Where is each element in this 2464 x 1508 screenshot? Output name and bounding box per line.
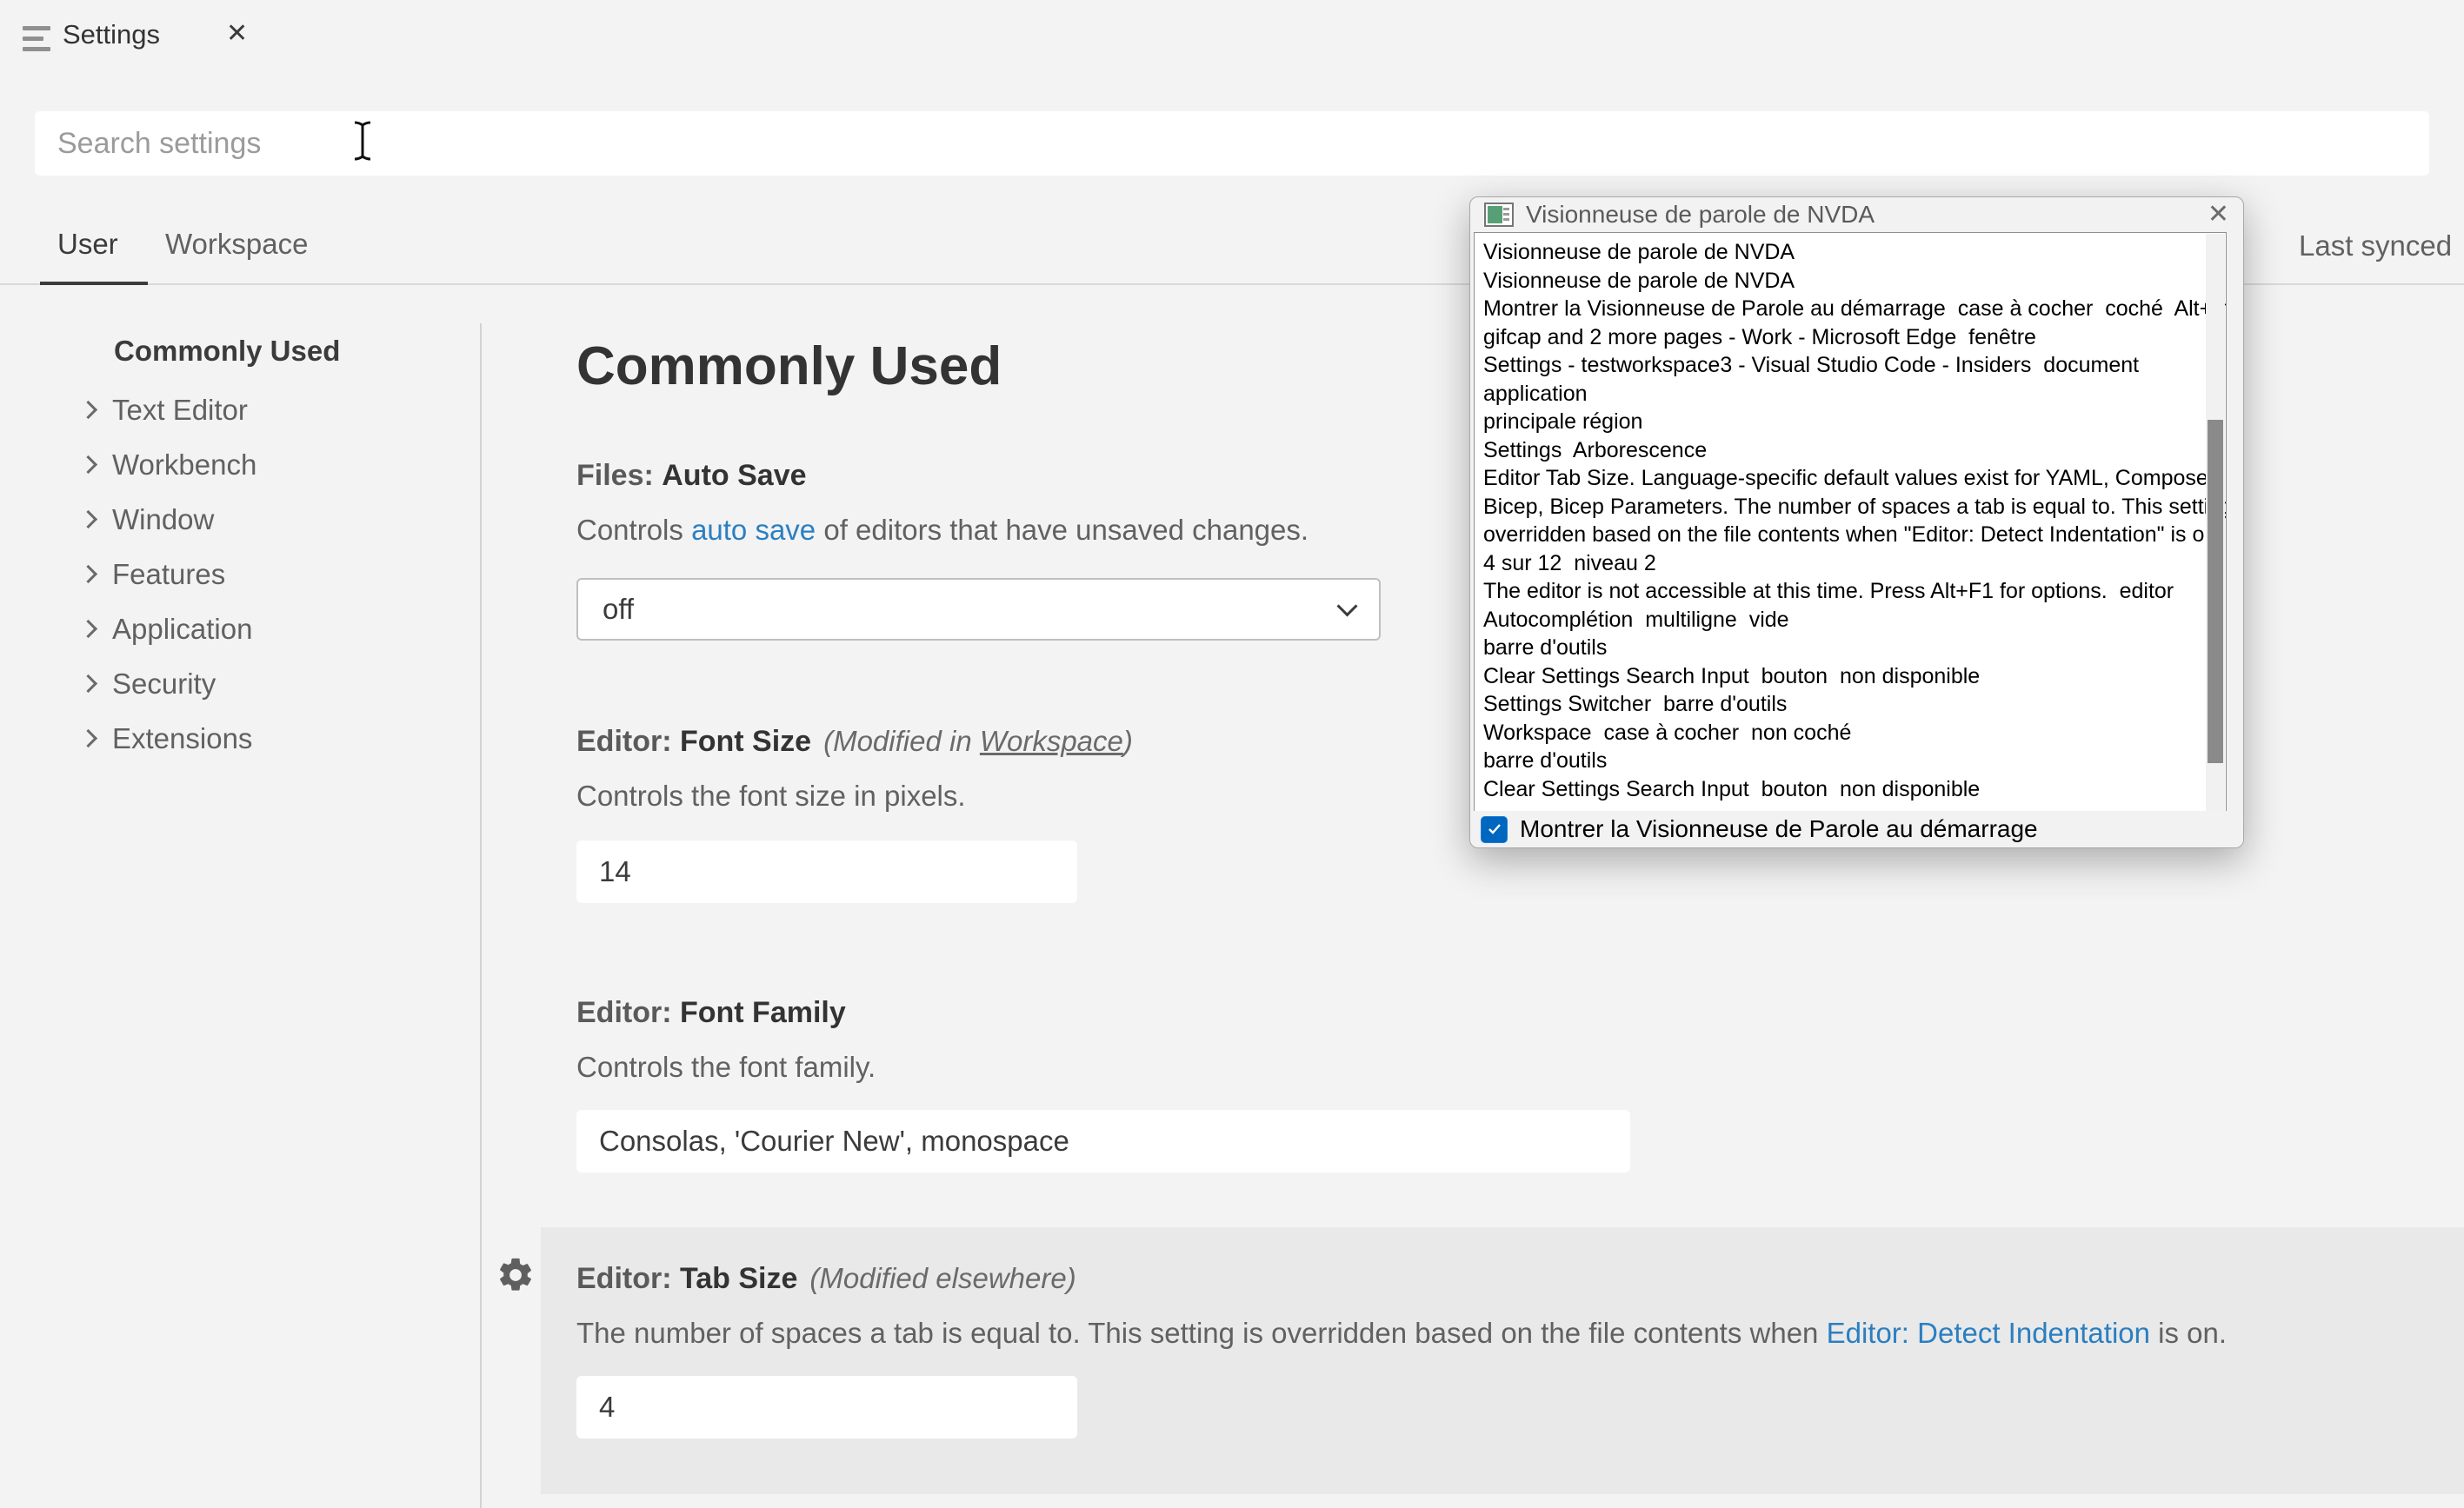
tab-size-input[interactable] — [576, 1376, 1077, 1438]
sidebar-item[interactable]: Features — [80, 547, 256, 601]
auto-save-select[interactable]: off — [576, 578, 1381, 641]
sidebar-item[interactable]: Application — [80, 601, 256, 656]
nvda-speech-line: barre d'outils — [1483, 634, 2200, 662]
editor-tab-title[interactable]: Settings — [63, 19, 160, 50]
nvda-speech-line: Visionneuse de parole de NVDA — [1483, 267, 2200, 296]
show-on-startup-checkbox[interactable] — [1481, 816, 1508, 843]
nvda-speech-line: The editor is not accessible at this tim… — [1483, 577, 2200, 606]
last-synced-label: Last synced — [2299, 229, 2452, 262]
setting-title: Editor: Font Size(Modified in Workspace) — [576, 725, 1133, 759]
detect-indentation-link[interactable]: Editor: Detect Indentation — [1827, 1317, 2150, 1349]
nvda-speech-line: overridden based on the file contents wh… — [1483, 521, 2200, 549]
chevron-right-icon — [79, 565, 97, 583]
active-tab-underline — [40, 282, 148, 285]
gear-icon[interactable] — [496, 1255, 536, 1299]
auto-save-link[interactable]: auto save — [691, 514, 816, 546]
chevron-right-icon — [79, 510, 97, 528]
chevron-down-icon — [1336, 595, 1357, 616]
nvda-speech-line: Settings - testworkspace3 - Visual Studi… — [1483, 351, 2200, 380]
setting-files-auto-save: Files: Auto Save Controls auto save of e… — [576, 459, 1381, 641]
search-input[interactable] — [35, 111, 2429, 176]
nvda-speech-line: Settings Arborescence — [1483, 436, 2200, 465]
sidebar-item[interactable]: Workbench — [80, 437, 256, 492]
sidebar-item[interactable]: Text Editor — [80, 382, 256, 437]
nvda-speech-viewer-window: Visionneuse de parole de NVDA ✕ Visionne… — [1469, 196, 2244, 848]
nvda-app-icon — [1484, 203, 1514, 227]
modified-in-workspace-link[interactable]: Workspace — [980, 725, 1123, 757]
tab-user[interactable]: User — [57, 228, 118, 261]
sidebar-item[interactable]: Window — [80, 492, 256, 547]
nvda-speech-line: Clear Settings Search Input bouton non d… — [1483, 775, 2200, 804]
nvda-speech-line: 4 sur 12 niveau 2 — [1483, 549, 2200, 578]
setting-description: Controls auto save of editors that have … — [576, 514, 1381, 547]
nvda-footer: Montrer la Visionneuse de Parole au déma… — [1470, 811, 2243, 847]
setting-title: Editor: Font Family — [576, 996, 1630, 1030]
chevron-right-icon — [79, 620, 97, 638]
tab-workspace[interactable]: Workspace — [165, 228, 308, 261]
font-size-input[interactable] — [576, 840, 1077, 903]
close-tab-icon[interactable]: ✕ — [226, 21, 248, 47]
text-cursor-icon — [350, 120, 376, 166]
setting-editor-tab-size: Editor: Tab Size(Modified elsewhere) The… — [576, 1262, 2227, 1438]
nvda-speech-line: Editor Tab Size. Language-specific defau… — [1483, 464, 2200, 493]
setting-description: The number of spaces a tab is equal to. … — [576, 1317, 2227, 1350]
nvda-speech-line: gifcap and 2 more pages - Work - Microso… — [1483, 323, 2200, 352]
nvda-scrollbar[interactable] — [2206, 234, 2225, 812]
chevron-right-icon — [79, 401, 97, 419]
setting-description: Controls the font family. — [576, 1051, 1630, 1084]
nvda-speech-line: Settings Switcher barre d'outils — [1483, 690, 2200, 719]
page-title: Commonly Used — [576, 335, 1002, 397]
settings-tree: Text Editor Workbench Window Features Ap… — [80, 382, 256, 766]
nvda-speech-log[interactable]: Visionneuse de parole de NVDAVisionneuse… — [1474, 232, 2227, 814]
sidebar-divider — [480, 323, 482, 1508]
nvda-speech-line: principale région — [1483, 408, 2200, 436]
sidebar-item[interactable]: Security — [80, 656, 256, 711]
setting-description: Controls the font size in pixels. — [576, 780, 1133, 813]
nvda-window-title: Visionneuse de parole de NVDA — [1526, 201, 2208, 229]
nvda-speech-line: Workspace case à cocher non coché — [1483, 719, 2200, 747]
setting-editor-font-family: Editor: Font Family Controls the font fa… — [576, 996, 1630, 1173]
nvda-scrollbar-thumb[interactable] — [2208, 420, 2223, 763]
nvda-speech-line: Bicep, Bicep Parameters. The number of s… — [1483, 493, 2200, 521]
nvda-speech-line: Montrer la Visionneuse de Parole au déma… — [1483, 295, 2200, 323]
font-family-input[interactable] — [576, 1110, 1630, 1173]
chevron-right-icon — [79, 674, 97, 693]
setting-editor-font-size: Editor: Font Size(Modified in Workspace)… — [576, 725, 1133, 903]
sidebar-item-commonly-used[interactable]: Commonly Used — [114, 335, 340, 368]
auto-save-selected-value: off — [603, 593, 634, 626]
show-on-startup-label: Montrer la Visionneuse de Parole au déma… — [1520, 815, 2038, 843]
chevron-right-icon — [79, 729, 97, 747]
setting-title: Editor: Tab Size(Modified elsewhere) — [576, 1262, 2227, 1296]
nvda-speech-line: barre d'outils — [1483, 747, 2200, 775]
nvda-titlebar[interactable]: Visionneuse de parole de NVDA ✕ — [1470, 197, 2243, 232]
nvda-speech-line: Visionneuse de parole de NVDA — [1483, 238, 2200, 267]
nvda-speech-line: Autocomplétion multiligne vide — [1483, 606, 2200, 634]
nvda-speech-line: Clear Settings Search Input bouton non d… — [1483, 662, 2200, 691]
settings-list-icon — [23, 26, 52, 52]
chevron-right-icon — [79, 455, 97, 474]
setting-title: Files: Auto Save — [576, 459, 1381, 493]
nvda-speech-line: application — [1483, 380, 2200, 409]
sidebar-item[interactable]: Extensions — [80, 711, 256, 766]
close-icon[interactable]: ✕ — [2208, 202, 2229, 228]
